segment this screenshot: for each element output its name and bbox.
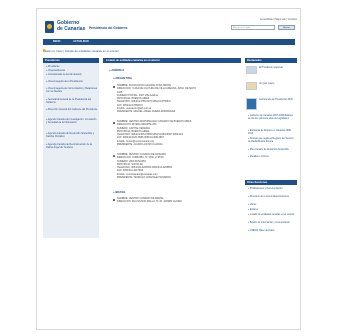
- sidebar-item-agencia-desarrollo[interactable]: » Agencia Canaria de Desarrollo Sostenib…: [46, 132, 98, 138]
- bullet-icon: [113, 155, 115, 157]
- webpage-sheet: Gobierno de Canarias Presidencia del Gob…: [36, 8, 301, 330]
- left-sidebar: Presidencia » Presidente » Vicepresidenc…: [43, 58, 99, 238]
- highlight-link[interactable]: » Estrategia de Empleo en Canarias 2008-…: [248, 130, 296, 136]
- nav-bar: INICIO ACTUALIDAD: [43, 39, 295, 45]
- left-sidebar-title: Presidencia: [43, 58, 99, 63]
- main-title: Listado de entidades canarias en el exte…: [103, 58, 241, 63]
- highlight-link[interactable]: » Medidas e Informe: [248, 156, 296, 159]
- sidebar-item-agencia-reconstruccion[interactable]: » Agencia Canaria de Reconstrucción de l…: [46, 143, 98, 149]
- feature-link[interactable]: Un gran puerto: [259, 83, 296, 86]
- breadcrumb[interactable]: Está en: Inicio | Listado de entidades c…: [45, 49, 119, 53]
- section-link[interactable]: » LÍNEAS: Base de Datos: [248, 230, 296, 233]
- highlight-link[interactable]: » Gobierno de Canarias 2007-2009 Balance…: [248, 115, 296, 121]
- sidebar-item-vicepresidencia[interactable]: » Vicepresidencia: [46, 69, 98, 72]
- region-heading: » AMÉRICA: [109, 68, 125, 72]
- entry-line: PRESIDENTE: TEÓDULO GONZÁLEZ NAVARRO: [117, 176, 171, 180]
- section-link[interactable]: » Boletín de Información y Comunicación: [248, 222, 296, 225]
- sidebar-item-direccion-gabinete[interactable]: » Dirección General del Gabinete del Pre…: [46, 108, 98, 111]
- gobierno-logo-icon[interactable]: [45, 21, 54, 33]
- bullet-icon: [113, 86, 115, 88]
- entry-line: PRESIDENTE: ALVARO ACOSTA GARCÍA: [117, 143, 163, 147]
- brand-line-2: de Canarias: [57, 26, 86, 32]
- sidebar-item-comisionado[interactable]: » Comisionado de Acción Exterior: [46, 73, 98, 76]
- entity-entry: NOMBRE: ASOCIACIÓN CANARIA ZONA NORTE DI…: [117, 84, 237, 114]
- nav-item-inicio[interactable]: INICIO: [53, 39, 60, 45]
- country-heading-argentina: » ARGENTINA: [113, 76, 132, 80]
- country-heading-brasil: » BRASIL: [113, 190, 126, 194]
- section-link[interactable]: » Enlaces: [248, 209, 296, 212]
- bullet-icon: [113, 122, 115, 124]
- bullet-icon: [113, 199, 115, 201]
- page: Gobierno de Canarias Presidencia del Gob…: [0, 0, 337, 336]
- feature-link[interactable]: Conferencia de Presidentes RUP: [259, 99, 296, 102]
- other-sections-title: Otras Secciones: [245, 180, 297, 185]
- section-link[interactable]: » Publicaciones y Documentación: [248, 188, 296, 191]
- right-sidebar: Destacados El Presidente responde Un gra…: [245, 58, 297, 323]
- sidebar-item-presidente[interactable]: » Presidente: [46, 65, 98, 68]
- right-sidebar-title: Destacados: [245, 58, 297, 63]
- entity-entry: NOMBRE: CENTRO ARCHIPIÉLAGO CANARIO DE B…: [117, 120, 237, 146]
- section-link[interactable]: » Varios: [248, 204, 296, 207]
- section-link[interactable]: » Listado de entidades canarias en el ex…: [248, 214, 296, 217]
- top-links[interactable]: Accesibilidad | Mapa web | Contacto: [221, 19, 297, 21]
- department-title: Presidencia del Gobierno: [89, 26, 128, 30]
- main-content: » AMÉRICA » ARGENTINA NOMBRE: ASOCIACIÓN…: [103, 65, 241, 327]
- rup-logo-icon[interactable]: [246, 98, 257, 110]
- sidebar-item-viceconsejeria-comunicacion[interactable]: » Viceconsejería de Comunicación y Relac…: [46, 87, 98, 93]
- thumbnail-image-icon[interactable]: [246, 66, 257, 74]
- sidebar-item-agencia-investigacion[interactable]: » Agencia Canaria de Investigación, Inno…: [46, 118, 98, 124]
- thumbnail-image-icon[interactable]: [246, 82, 257, 90]
- feature-link[interactable]: El Presidente responde: [259, 67, 296, 70]
- entry-line: PRESIDENTE: MIGUEL ÁNGEL RUEDA RODRIGUEZ: [117, 110, 176, 114]
- search-input[interactable]: Buscar en la web: [231, 25, 275, 30]
- highlight-link[interactable]: » Plan Canario de Desarrollo Sostenible: [248, 149, 296, 152]
- section-link[interactable]: » Directorio de la Comunidad Autónoma: [248, 196, 296, 199]
- sidebar-item-viceconsejeria-presidencia[interactable]: » Viceconsejería de la Presidencia: [46, 80, 98, 83]
- nav-item-actualidad[interactable]: ACTUALIDAD: [73, 39, 89, 45]
- entity-entry: NOMBRE: CENTRO CANARIO DE ROSARIO DIRECC…: [117, 153, 237, 179]
- entry-line: DIRECCIÓN: RUA NILSON MALLA, Nº 20, JARD…: [117, 200, 182, 204]
- sidebar-item-secretaria-general[interactable]: » Secretaría General de la Presidencia d…: [46, 98, 98, 104]
- entity-entry: NOMBRE: CENTRO CANARIO DE BRASIL DIRECCI…: [117, 197, 237, 204]
- search-button[interactable]: Buscar: [278, 25, 295, 30]
- highlight-link[interactable]: » Decreto que regula el Registro del Ser…: [248, 138, 296, 144]
